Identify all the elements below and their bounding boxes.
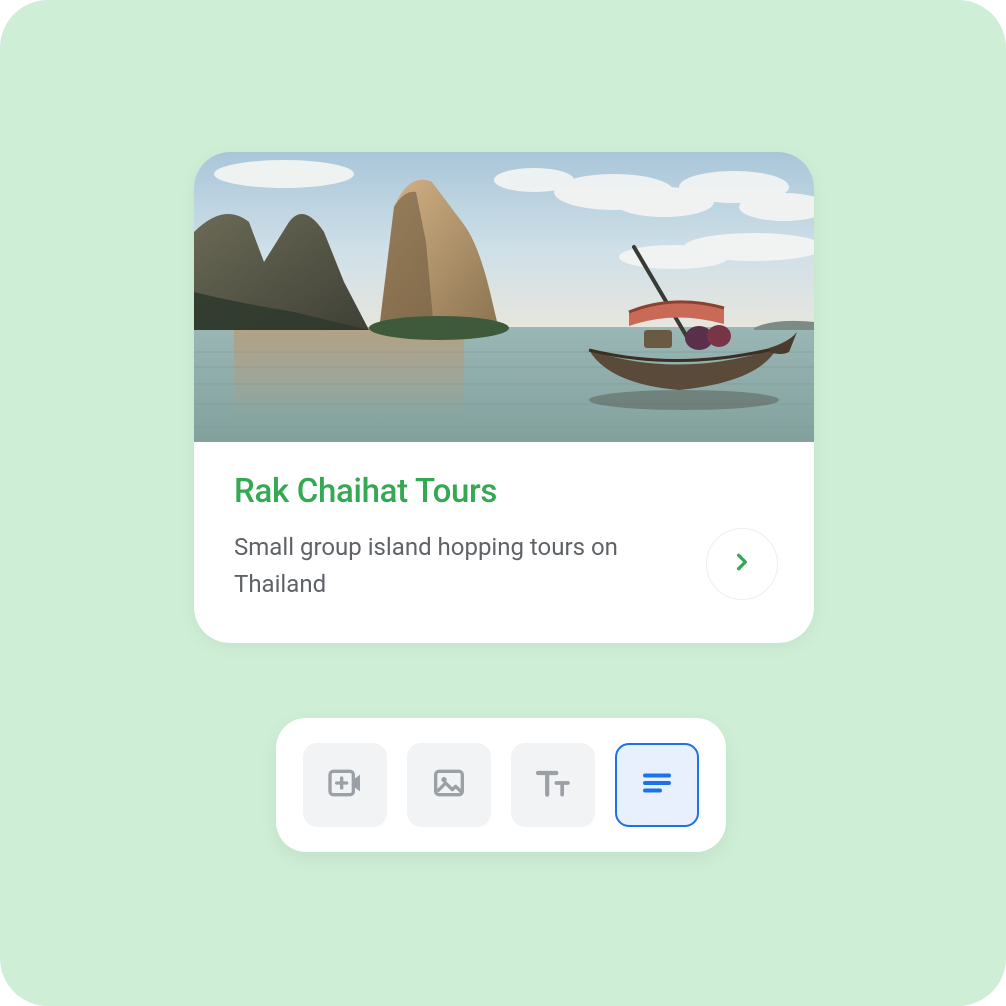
next-button[interactable]	[706, 528, 778, 600]
text-size-icon	[533, 763, 573, 807]
canvas-background: Rak Chaihat Tours Small group island hop…	[0, 0, 1006, 1006]
tour-card-image	[194, 152, 814, 442]
editor-toolbar	[276, 718, 726, 852]
text-align-icon	[639, 765, 675, 805]
tour-card-description: Small group island hopping tours on Thai…	[234, 529, 664, 603]
text-align-button[interactable]	[615, 743, 699, 827]
video-plus-icon	[325, 763, 365, 807]
text-style-button[interactable]	[511, 743, 595, 827]
add-video-button[interactable]	[303, 743, 387, 827]
tour-card: Rak Chaihat Tours Small group island hop…	[194, 152, 814, 643]
image-icon	[429, 763, 469, 807]
tour-card-title: Rak Chaihat Tours	[234, 472, 774, 511]
add-image-button[interactable]	[407, 743, 491, 827]
tour-card-body: Rak Chaihat Tours Small group island hop…	[194, 442, 814, 643]
chevron-right-icon	[732, 548, 752, 580]
